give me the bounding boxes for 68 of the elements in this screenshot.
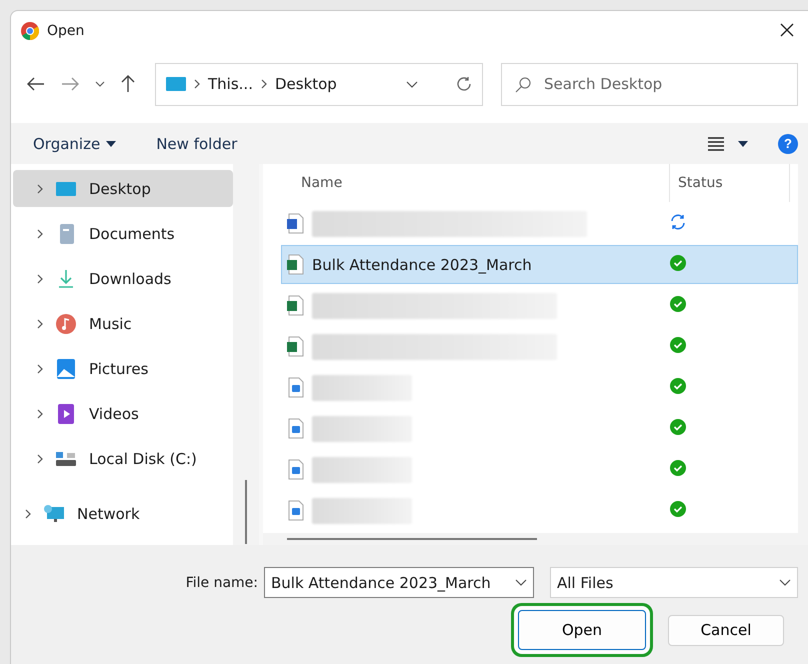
word-file-icon [286,212,306,234]
list-view-icon [708,136,724,150]
cancel-button[interactable]: Cancel [668,614,784,646]
dropdown-icon [406,80,418,88]
breadcrumb-chevron-icon [260,79,267,89]
scrollbar-thumb[interactable] [287,538,537,540]
sidebar-item[interactable]: Local Disk (C:) [13,440,233,477]
dropdown-icon [779,579,791,586]
chevron-down-icon [95,81,105,87]
window-title: Open [47,23,86,39]
spreadsheet-file-icon [286,336,306,358]
expand-chevron-icon [37,364,43,374]
sidebar-item[interactable]: Network [13,495,233,532]
new-folder-button[interactable]: New folder [156,134,238,152]
picture-icon [55,358,77,378]
expand-chevron-icon [37,184,43,194]
image-file-icon [286,418,306,440]
dropdown-icon [515,579,527,586]
file-row[interactable]: Bulk Attendance 2023_March [281,245,798,284]
sidebar-item[interactable]: Desktop [13,170,233,207]
sidebar-item[interactable]: Music [13,305,233,342]
browser-logo-icon [21,22,39,40]
caret-icon [738,140,748,146]
forward-button[interactable] [59,75,81,93]
forward-arrow-icon [61,77,79,91]
video-icon [55,404,77,424]
spreadsheet-file-icon [286,294,306,316]
sidebar-item[interactable]: Downloads [13,260,233,297]
column-header[interactable]: Name [263,164,669,202]
music-note-icon [55,314,77,334]
sidebar-item[interactable]: Pictures [13,350,233,387]
organize-menu[interactable]: Organize [33,134,116,152]
expand-chevron-icon [25,508,31,518]
image-file-icon [286,458,306,480]
up-button[interactable] [119,73,137,95]
breadcrumb-chevron-icon [194,79,200,89]
expand-chevron-icon [37,318,43,328]
back-arrow-icon [27,77,45,91]
search-field[interactable]: Search Desktop [501,62,798,106]
breadcrumb-item[interactable]: This... [208,75,253,93]
column-header[interactable]: Status [669,164,789,202]
up-arrow-icon [121,75,135,93]
sidebar-item[interactable]: Videos [13,395,233,432]
search-icon [515,76,531,92]
refresh-icon[interactable] [456,76,472,92]
image-file-icon [286,376,306,398]
image-file-icon [286,500,306,522]
expand-chevron-icon [37,274,43,284]
sidebar-item[interactable]: Documents [13,215,233,252]
file-type-dropdown[interactable]: All Files [550,567,798,598]
expand-chevron-icon [37,228,43,238]
file-name: Bulk Attendance 2023_March [312,256,532,274]
spreadsheet-file-icon [286,254,306,276]
close-icon [780,22,794,36]
breadcrumb-item[interactable]: Desktop [274,75,337,93]
scrollbar-thumb[interactable] [245,480,247,544]
back-button[interactable] [25,75,47,93]
caret-icon [106,140,116,146]
expand-chevron-icon [37,408,43,418]
expand-chevron-icon [37,454,43,464]
help-button[interactable]: ? [778,134,798,154]
file-name-label: File name: [186,574,258,590]
recent-locations-button[interactable] [93,79,107,89]
network-computer-icon [43,504,65,524]
monitor-icon [166,76,186,92]
address-bar[interactable]: This... Desktop [155,62,483,106]
view-menu[interactable] [708,136,748,150]
file-name-field[interactable]: Bulk Attendance 2023_March [264,567,534,598]
